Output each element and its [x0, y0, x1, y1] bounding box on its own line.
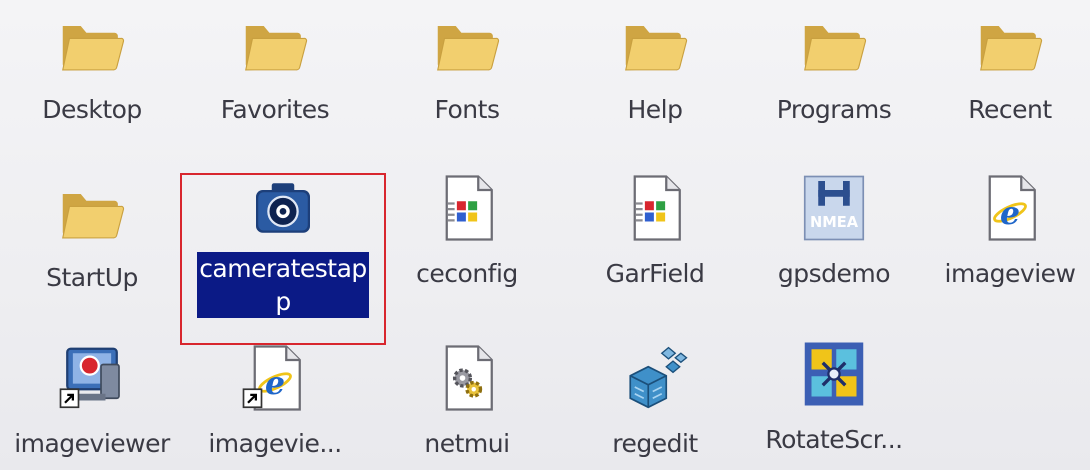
desktop-item-label: regedit — [612, 429, 698, 458]
rotate-screen-icon — [804, 342, 864, 406]
desktop-item-netmui[interactable]: netmui — [377, 342, 557, 460]
desktop-item-label: Desktop — [42, 95, 142, 124]
desktop-item-label: netmui — [424, 429, 510, 458]
desktop-item-label: Fonts — [434, 95, 500, 124]
desktop-item-label: imageview — [944, 259, 1076, 288]
desktop-item-label: imageviewer — [14, 429, 170, 458]
desktop-item-desktop[interactable]: Desktop — [2, 8, 182, 126]
gear-file-icon — [445, 345, 493, 411]
desktop-area: Desktop Favorites Fonts Help Programs Re… — [0, 0, 1090, 470]
desktop-item-label: Programs — [776, 95, 892, 124]
desktop-item-imageviewer[interactable]: imageviewer — [2, 342, 182, 460]
folder-icon — [804, 26, 867, 71]
desktop-item-regedit[interactable]: regedit — [565, 342, 745, 460]
desktop-item-label: RotateScr... — [765, 425, 903, 454]
folder-icon — [62, 194, 125, 239]
desktop-item-label: StartUp — [46, 263, 138, 292]
folder-icon — [625, 26, 688, 71]
folder-icon — [980, 26, 1043, 71]
desktop-item-label: Recent — [968, 95, 1052, 124]
nmea-icon-text: NMEA — [810, 214, 859, 231]
desktop-item-rotatescreen[interactable]: RotateScr... — [744, 338, 924, 456]
desktop-item-imageview[interactable]: e imageview — [920, 172, 1090, 290]
desktop-item-favorites[interactable]: Favorites — [185, 8, 365, 126]
desktop-item-label: ceconfig — [416, 259, 518, 288]
desktop-item-programs[interactable]: Programs — [744, 8, 924, 126]
computer-shortcut-icon — [59, 347, 120, 409]
folder-icon — [62, 26, 125, 71]
internet-explorer-shortcut-icon: e — [242, 345, 301, 411]
highlight-frame — [180, 173, 386, 345]
svg-text:e: e — [265, 365, 285, 402]
desktop-item-gpsdemo[interactable]: NMEA gpsdemo — [744, 172, 924, 290]
folder-icon — [245, 26, 308, 71]
registry-cubes-icon — [629, 346, 688, 409]
desktop-item-imageviewer-shortcut[interactable]: e imagevie... — [185, 342, 365, 460]
folder-icon — [437, 26, 500, 71]
desktop-item-ceconfig[interactable]: ceconfig — [377, 172, 557, 290]
internet-explorer-file-icon: e — [988, 175, 1036, 241]
desktop-item-label: Favorites — [220, 95, 330, 124]
desktop-item-recent[interactable]: Recent — [920, 8, 1090, 126]
nmea-icon: NMEA — [803, 175, 865, 241]
desktop-item-garfield[interactable]: GarField — [565, 172, 745, 290]
desktop-item-help[interactable]: Help — [565, 8, 745, 126]
desktop-item-fonts[interactable]: Fonts — [377, 8, 557, 126]
desktop-item-label: gpsdemo — [777, 259, 891, 288]
windows-app-file-icon — [633, 175, 681, 241]
windows-app-file-icon — [445, 175, 493, 241]
svg-text:e: e — [1000, 195, 1020, 232]
desktop-item-label: GarField — [605, 259, 705, 288]
desktop-item-startup[interactable]: StartUp — [2, 176, 182, 294]
desktop-item-label: Help — [627, 95, 684, 124]
desktop-item-label: imagevie... — [208, 429, 342, 458]
